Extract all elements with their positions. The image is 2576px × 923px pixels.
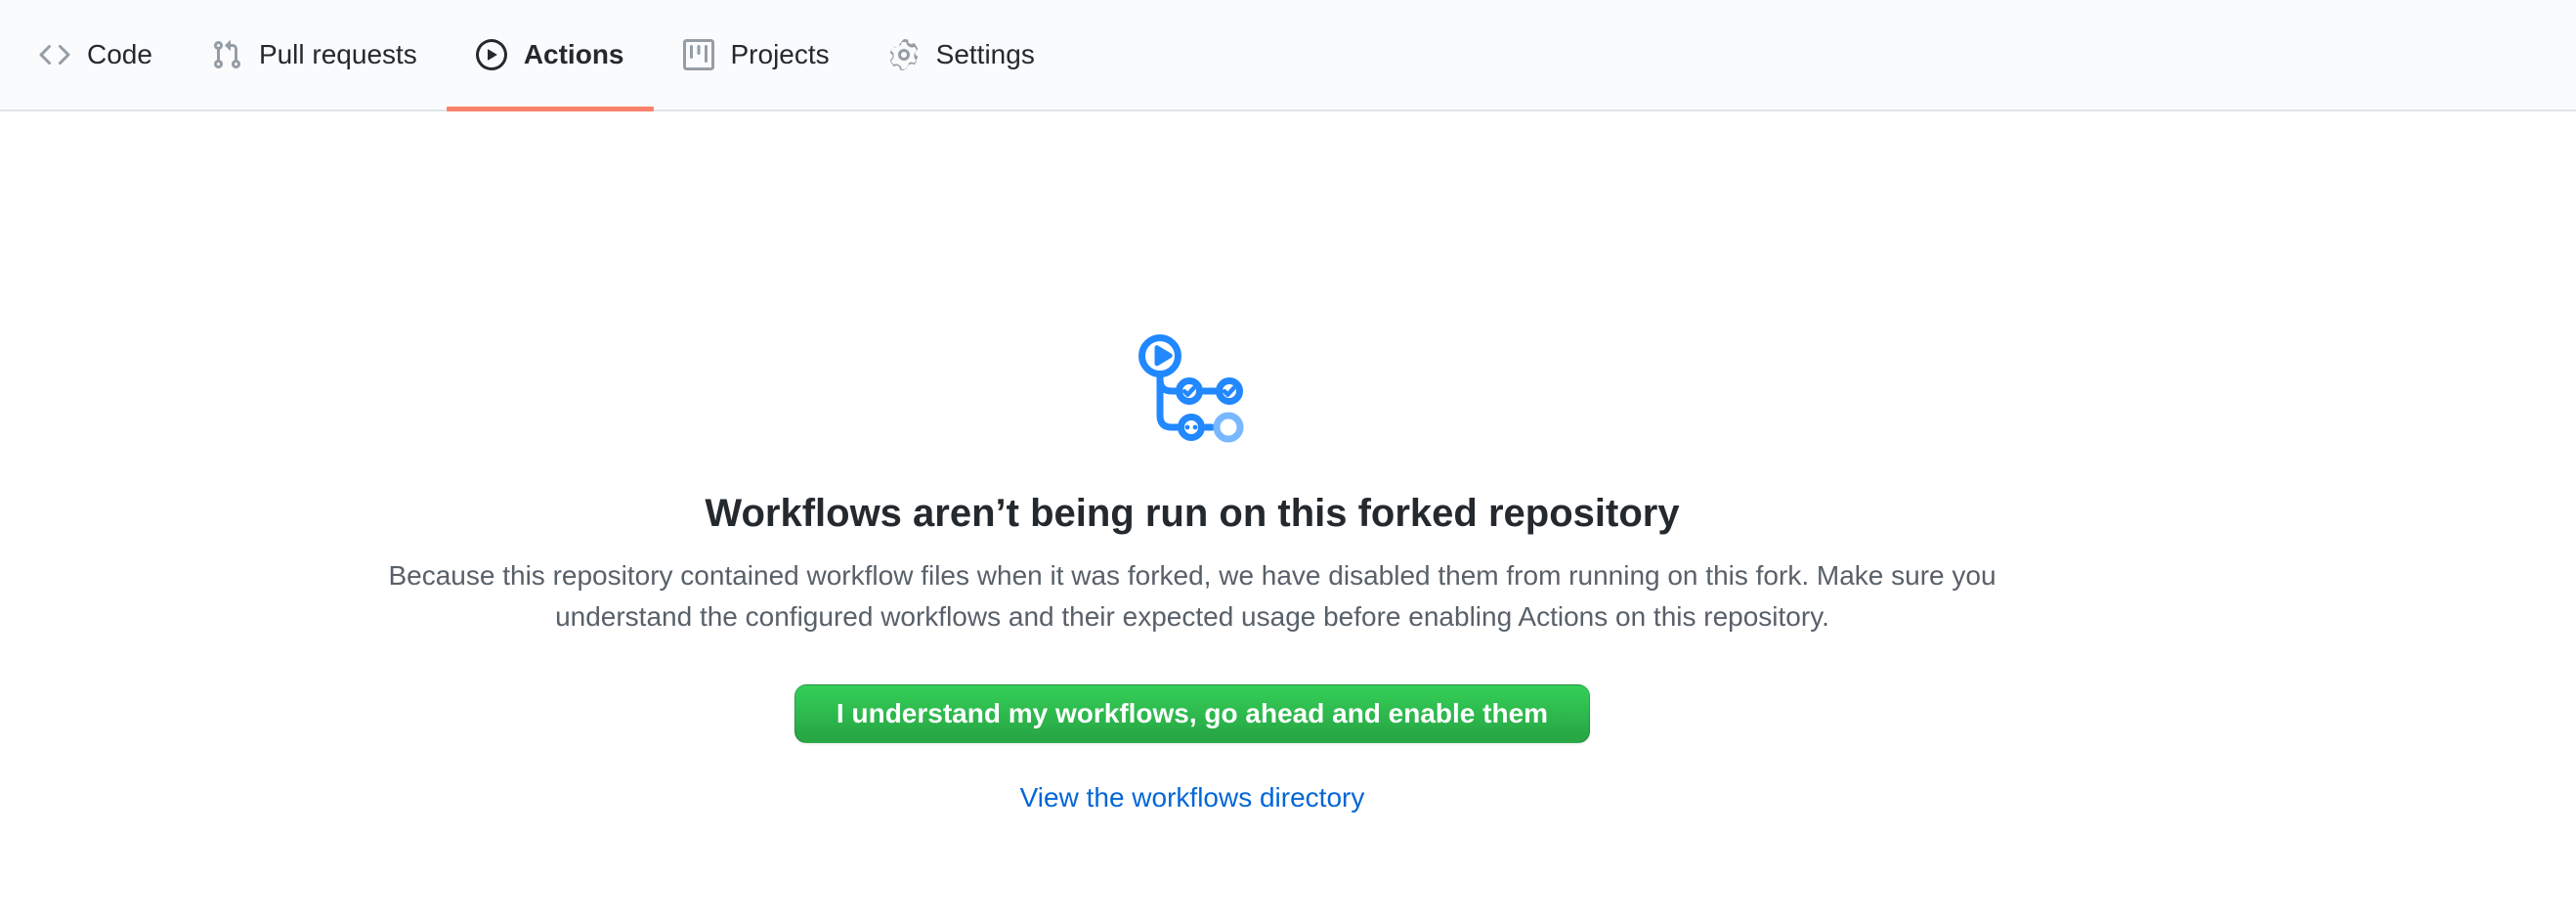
tab-pull-requests-label: Pull requests xyxy=(259,41,417,68)
view-workflows-directory-link[interactable]: View the workflows directory xyxy=(1020,782,1365,813)
tab-projects-label: Projects xyxy=(731,41,830,68)
workflows-link-row: View the workflows directory xyxy=(0,782,2384,813)
workflow-graph-icon xyxy=(1134,330,1251,447)
blankslate-description: Because this repository contained workfl… xyxy=(362,555,2023,637)
active-tab-underline xyxy=(447,107,654,111)
enable-button-row: I understand my workflows, go ahead and … xyxy=(0,637,2384,743)
project-icon xyxy=(683,39,714,70)
tab-code[interactable]: Code xyxy=(10,0,182,110)
gear-icon xyxy=(888,39,920,70)
blankslate-title: Workflows aren’t being run on this forke… xyxy=(0,489,2384,538)
repo-tab-bar: Code Pull requests Actions Projects Sett… xyxy=(0,0,2576,111)
play-icon xyxy=(476,39,507,70)
actions-main: Workflows aren’t being run on this forke… xyxy=(0,330,2576,813)
workflows-disabled-blankslate: Workflows aren’t being run on this forke… xyxy=(0,330,2384,813)
tab-actions[interactable]: Actions xyxy=(447,0,654,110)
tab-pull-requests[interactable]: Pull requests xyxy=(182,0,447,110)
enable-workflows-button[interactable]: I understand my workflows, go ahead and … xyxy=(794,684,1590,743)
tab-code-label: Code xyxy=(87,41,152,68)
tab-actions-label: Actions xyxy=(524,41,624,68)
tab-settings[interactable]: Settings xyxy=(859,0,1064,110)
git-pull-request-icon xyxy=(211,39,242,70)
code-icon xyxy=(39,39,70,70)
tab-projects[interactable]: Projects xyxy=(654,0,859,110)
tab-settings-label: Settings xyxy=(936,41,1035,68)
